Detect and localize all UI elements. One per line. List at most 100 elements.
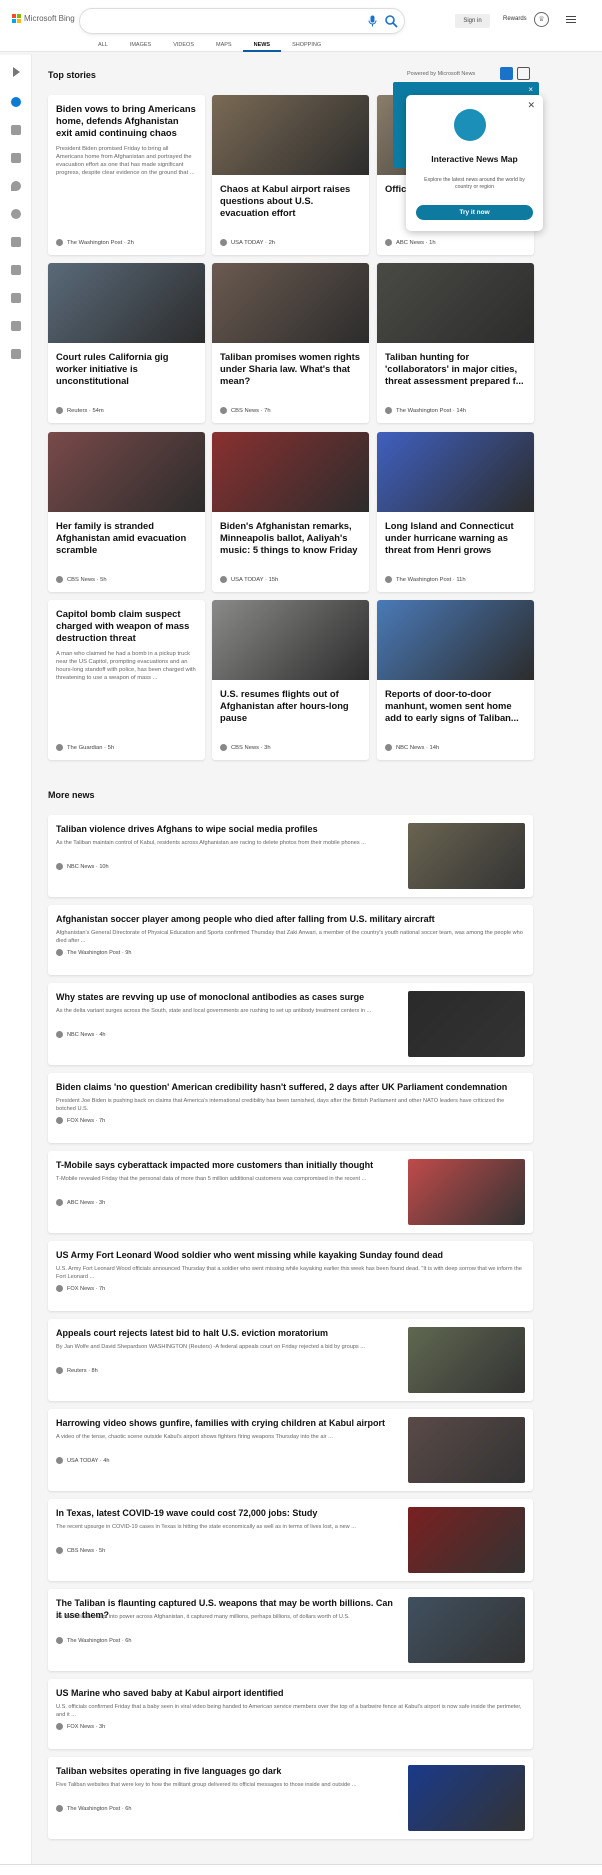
story-image[interactable] bbox=[212, 600, 369, 680]
bing-logo[interactable]: Microsoft Bing bbox=[12, 14, 75, 23]
news-row[interactable]: Biden claims 'no question' American cred… bbox=[48, 1073, 533, 1143]
tab-shopping[interactable]: SHOPPING bbox=[281, 42, 332, 52]
news-row[interactable]: Why states are revving up use of monoclo… bbox=[48, 983, 533, 1065]
news-row[interactable]: US Marine who saved baby at Kabul airpor… bbox=[48, 1679, 533, 1749]
microphone-icon[interactable] bbox=[368, 15, 377, 27]
story-source: Reuters · 54m bbox=[56, 407, 104, 414]
search-input[interactable] bbox=[92, 14, 362, 23]
story-card[interactable]: U.S. resumes flights out of Afghanistan … bbox=[212, 600, 369, 760]
news-row[interactable]: T-Mobile says cyberattack impacted more … bbox=[48, 1151, 533, 1233]
car-icon[interactable] bbox=[11, 349, 21, 359]
tab-maps[interactable]: MAPS bbox=[205, 42, 243, 52]
science-icon[interactable] bbox=[11, 125, 21, 135]
close-icon[interactable]: × bbox=[528, 85, 533, 94]
tools-icon[interactable] bbox=[11, 237, 21, 247]
globe-icon[interactable] bbox=[11, 209, 21, 219]
news-title[interactable]: Appeals court rejects latest bid to halt… bbox=[56, 1327, 396, 1339]
story-title[interactable]: Biden vows to bring Americans home, defe… bbox=[48, 95, 205, 139]
signin-button[interactable]: Sign in bbox=[455, 14, 490, 28]
story-card[interactable]: Long Island and Connecticut under hurric… bbox=[377, 432, 534, 592]
story-title[interactable]: U.S. resumes flights out of Afghanistan … bbox=[212, 680, 369, 724]
home-icon[interactable] bbox=[11, 97, 21, 107]
story-title[interactable]: Taliban hunting for 'collaborators' in m… bbox=[377, 343, 534, 387]
story-title[interactable]: Reports of door-to-door manhunt, women s… bbox=[377, 680, 534, 724]
news-title[interactable]: Taliban violence drives Afghans to wipe … bbox=[56, 823, 396, 835]
news-row[interactable]: Taliban websites operating in five langu… bbox=[48, 1757, 533, 1839]
story-title[interactable]: Her family is stranded Afghanistan amid … bbox=[48, 512, 205, 556]
story-image[interactable] bbox=[212, 263, 369, 343]
story-card[interactable]: Chaos at Kabul airport raises questions … bbox=[212, 95, 369, 255]
search-box[interactable] bbox=[80, 9, 404, 33]
news-title[interactable]: US Army Fort Leonard Wood soldier who we… bbox=[56, 1249, 524, 1261]
news-title[interactable]: Why states are revving up use of monoclo… bbox=[56, 991, 396, 1003]
try-it-now-button[interactable]: Try it now bbox=[416, 205, 533, 220]
trophy-icon[interactable]: ♕ bbox=[534, 12, 549, 27]
news-thumbnail[interactable] bbox=[408, 1417, 525, 1483]
story-title[interactable]: Biden's Afghanistan remarks, Minneapolis… bbox=[212, 512, 369, 556]
story-title[interactable]: Long Island and Connecticut under hurric… bbox=[377, 512, 534, 556]
news-thumbnail[interactable] bbox=[408, 1507, 525, 1573]
tab-images[interactable]: IMAGES bbox=[119, 42, 162, 52]
news-description: A video of the tense, chaotic scene outs… bbox=[56, 1434, 333, 1440]
news-title[interactable]: US Marine who saved baby at Kabul airpor… bbox=[56, 1687, 524, 1699]
story-source: NBC News · 14h bbox=[385, 744, 439, 751]
story-image[interactable] bbox=[377, 600, 534, 680]
expand-icon[interactable] bbox=[13, 67, 20, 77]
story-title[interactable]: Capitol bomb claim suspect charged with … bbox=[48, 600, 205, 644]
story-card[interactable]: Taliban hunting for 'collaborators' in m… bbox=[377, 263, 534, 423]
news-description: As the Taliban swept into power across A… bbox=[56, 1614, 350, 1620]
rewards-label[interactable]: Rewards bbox=[503, 16, 527, 22]
news-title[interactable]: Taliban websites operating in five langu… bbox=[56, 1765, 396, 1777]
news-thumbnail[interactable] bbox=[408, 1597, 525, 1663]
news-title[interactable]: Harrowing video shows gunfire, families … bbox=[56, 1417, 396, 1429]
story-image[interactable] bbox=[48, 432, 205, 512]
news-row[interactable]: Afghanistan soccer player among people w… bbox=[48, 905, 533, 975]
bank-icon[interactable] bbox=[11, 321, 21, 331]
location-icon[interactable] bbox=[11, 181, 21, 191]
news-title[interactable]: Biden claims 'no question' American cred… bbox=[56, 1081, 524, 1093]
story-card[interactable]: Capitol bomb claim suspect charged with … bbox=[48, 600, 205, 760]
menu-icon[interactable] bbox=[566, 16, 576, 25]
story-image[interactable] bbox=[48, 263, 205, 343]
story-card[interactable]: Biden vows to bring Americans home, defe… bbox=[48, 95, 205, 255]
grid-view-icon[interactable] bbox=[500, 67, 513, 80]
news-row[interactable]: US Army Fort Leonard Wood soldier who we… bbox=[48, 1241, 533, 1311]
story-image[interactable] bbox=[377, 432, 534, 512]
news-thumbnail[interactable] bbox=[408, 823, 525, 889]
news-thumbnail[interactable] bbox=[408, 1159, 525, 1225]
story-card[interactable]: Reports of door-to-door manhunt, women s… bbox=[377, 600, 534, 760]
news-title[interactable]: Afghanistan soccer player among people w… bbox=[56, 913, 524, 925]
news-row[interactable]: Harrowing video shows gunfire, families … bbox=[48, 1409, 533, 1491]
close-icon[interactable]: ✕ bbox=[527, 100, 535, 111]
story-card[interactable]: Taliban promises women rights under Shar… bbox=[212, 263, 369, 423]
search-icon[interactable] bbox=[384, 14, 398, 28]
news-row[interactable]: Taliban violence drives Afghans to wipe … bbox=[48, 815, 533, 897]
story-title[interactable]: Chaos at Kabul airport raises questions … bbox=[212, 175, 369, 219]
story-image[interactable] bbox=[377, 263, 534, 343]
news-row[interactable]: In Texas, latest COVID-19 wave could cos… bbox=[48, 1499, 533, 1581]
news-row[interactable]: Appeals court rejects latest bid to halt… bbox=[48, 1319, 533, 1401]
film-icon[interactable] bbox=[11, 293, 21, 303]
story-card[interactable]: Court rules California gig worker initia… bbox=[48, 263, 205, 423]
story-image[interactable] bbox=[212, 95, 369, 175]
tab-all[interactable]: ALL bbox=[87, 42, 119, 52]
flag-icon[interactable] bbox=[11, 153, 21, 163]
story-title[interactable]: Taliban promises women rights under Shar… bbox=[212, 343, 369, 387]
news-thumbnail[interactable] bbox=[408, 1327, 525, 1393]
story-card[interactable]: Her family is stranded Afghanistan amid … bbox=[48, 432, 205, 592]
news-title[interactable]: In Texas, latest COVID-19 wave could cos… bbox=[56, 1507, 396, 1519]
news-thumbnail[interactable] bbox=[408, 991, 525, 1057]
news-thumbnail[interactable] bbox=[408, 1765, 525, 1831]
source-label: USA TODAY · 4h bbox=[67, 1457, 110, 1464]
publisher-logo-icon bbox=[56, 1723, 63, 1730]
news-title[interactable]: T-Mobile says cyberattack impacted more … bbox=[56, 1159, 396, 1171]
story-source: CBS News · 3h bbox=[220, 744, 271, 751]
rocket-icon[interactable] bbox=[11, 265, 21, 275]
tab-videos[interactable]: VIDEOS bbox=[162, 42, 205, 52]
news-row[interactable]: The Taliban is flaunting captured U.S. w… bbox=[48, 1589, 533, 1671]
tab-news[interactable]: NEWS bbox=[242, 42, 282, 52]
map-view-icon[interactable] bbox=[517, 67, 530, 80]
story-title[interactable]: Court rules California gig worker initia… bbox=[48, 343, 205, 387]
story-image[interactable] bbox=[212, 432, 369, 512]
story-card[interactable]: Biden's Afghanistan remarks, Minneapolis… bbox=[212, 432, 369, 592]
